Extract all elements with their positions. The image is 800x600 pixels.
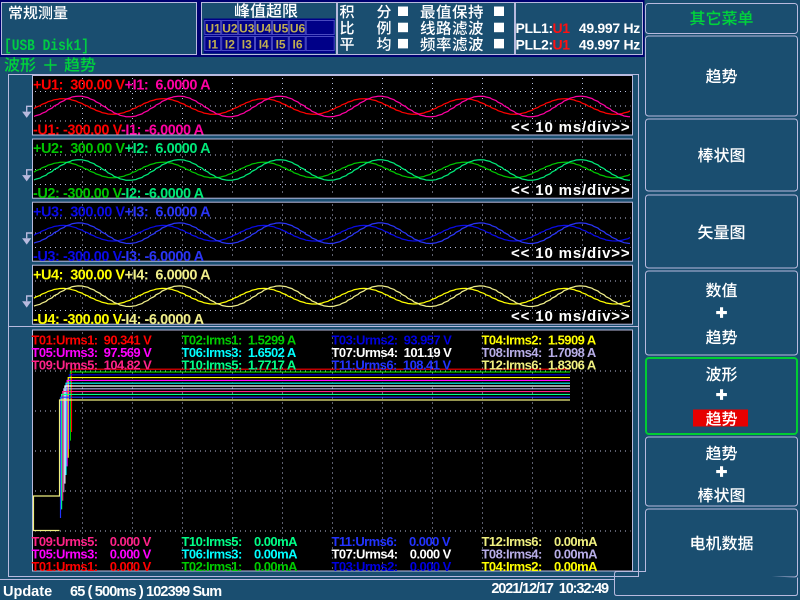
svg-text:I3: I3 [242, 37, 252, 51]
svg-text:U1: U1 [553, 20, 571, 36]
svg-text:[USB Disk1]: [USB Disk1] [4, 37, 89, 55]
svg-text:I4: I4 [259, 37, 269, 51]
svg-text:<< 10 ms/div>>: << 10 ms/div>> [511, 308, 630, 325]
svg-text:-U4: -300.00 V-I4: -6.0000 A: -U4: -300.00 V-I4: -6.0000 A [33, 312, 205, 328]
svg-text:U3: U3 [239, 21, 255, 35]
svg-text:T03:Urms2: 0.000 V: T03:Urms2: 0.000 V [332, 559, 452, 574]
svg-text:<< 10 ms/div>>: << 10 ms/div>> [511, 182, 630, 199]
svg-text:65 ( 500ms ) 102399 Sum: 65 ( 500ms ) 102399 Sum [70, 584, 221, 600]
svg-text:49.997 Hz: 49.997 Hz [579, 37, 640, 53]
svg-text:U1: U1 [553, 37, 571, 53]
svg-text:T11:Urms6: 108.41 V: T11:Urms6: 108.41 V [332, 358, 452, 373]
svg-text:49.997 Hz: 49.997 Hz [579, 20, 640, 36]
svg-text:+U4: 300.00 V+I4: 6.0000 A: +U4: 300.00 V+I4: 6.0000 A [33, 267, 211, 283]
svg-text:+U1: 300.00 V+I1: 6.0000 A: +U1: 300.00 V+I1: 6.0000 A [33, 78, 211, 94]
svg-text:Update: Update [3, 584, 52, 600]
svg-text:T02:Irms1: 0.00mA: T02:Irms1: 0.00mA [182, 559, 299, 574]
svg-text:U1: U1 [205, 21, 221, 35]
svg-text:I2: I2 [225, 37, 235, 51]
svg-text:U6: U6 [290, 21, 306, 35]
svg-text:I5: I5 [276, 37, 286, 51]
svg-text:<< 10 ms/div>>: << 10 ms/div>> [511, 119, 630, 136]
svg-text:T04:Irms2: 0.00mA: T04:Irms2: 0.00mA [482, 559, 599, 574]
svg-text:+U3: 300.00 V+I3: 6.0000 A: +U3: 300.00 V+I3: 6.0000 A [33, 204, 211, 220]
svg-text:+U2: 300.00 V+I2: 6.0000 A: +U2: 300.00 V+I2: 6.0000 A [33, 141, 211, 157]
svg-text:U5: U5 [273, 21, 289, 35]
svg-text:T09:Urms5: 104.82 V: T09:Urms5: 104.82 V [32, 358, 153, 373]
svg-text:PLL2:: PLL2: [516, 37, 553, 53]
svg-text:T01:Urms1: 0.000 V: T01:Urms1: 0.000 V [32, 559, 152, 574]
svg-text:-U1: -300.00 V-I1: -6.0000 A: -U1: -300.00 V-I1: -6.0000 A [33, 123, 205, 139]
svg-text:T12:Irms6: 1.8306 A: T12:Irms6: 1.8306 A [482, 358, 597, 373]
svg-text:-U3: -300.00 V-I3: -6.0000 A: -U3: -300.00 V-I3: -6.0000 A [33, 249, 205, 265]
svg-text:I6: I6 [292, 37, 302, 51]
svg-text:U2: U2 [222, 21, 238, 35]
svg-text:U4: U4 [256, 21, 272, 35]
svg-text:I1: I1 [208, 37, 218, 51]
svg-text:PLL1:: PLL1: [516, 20, 553, 36]
svg-text:-U2: -300.00 V-I2: -6.0000 A: -U2: -300.00 V-I2: -6.0000 A [33, 186, 205, 202]
svg-text:T10:Irms5: 1.7717 A: T10:Irms5: 1.7717 A [182, 358, 297, 373]
svg-text:2021/12/17 10:32:49: 2021/12/17 10:32:49 [491, 581, 609, 597]
svg-text:<< 10 ms/div>>: << 10 ms/div>> [511, 245, 630, 262]
